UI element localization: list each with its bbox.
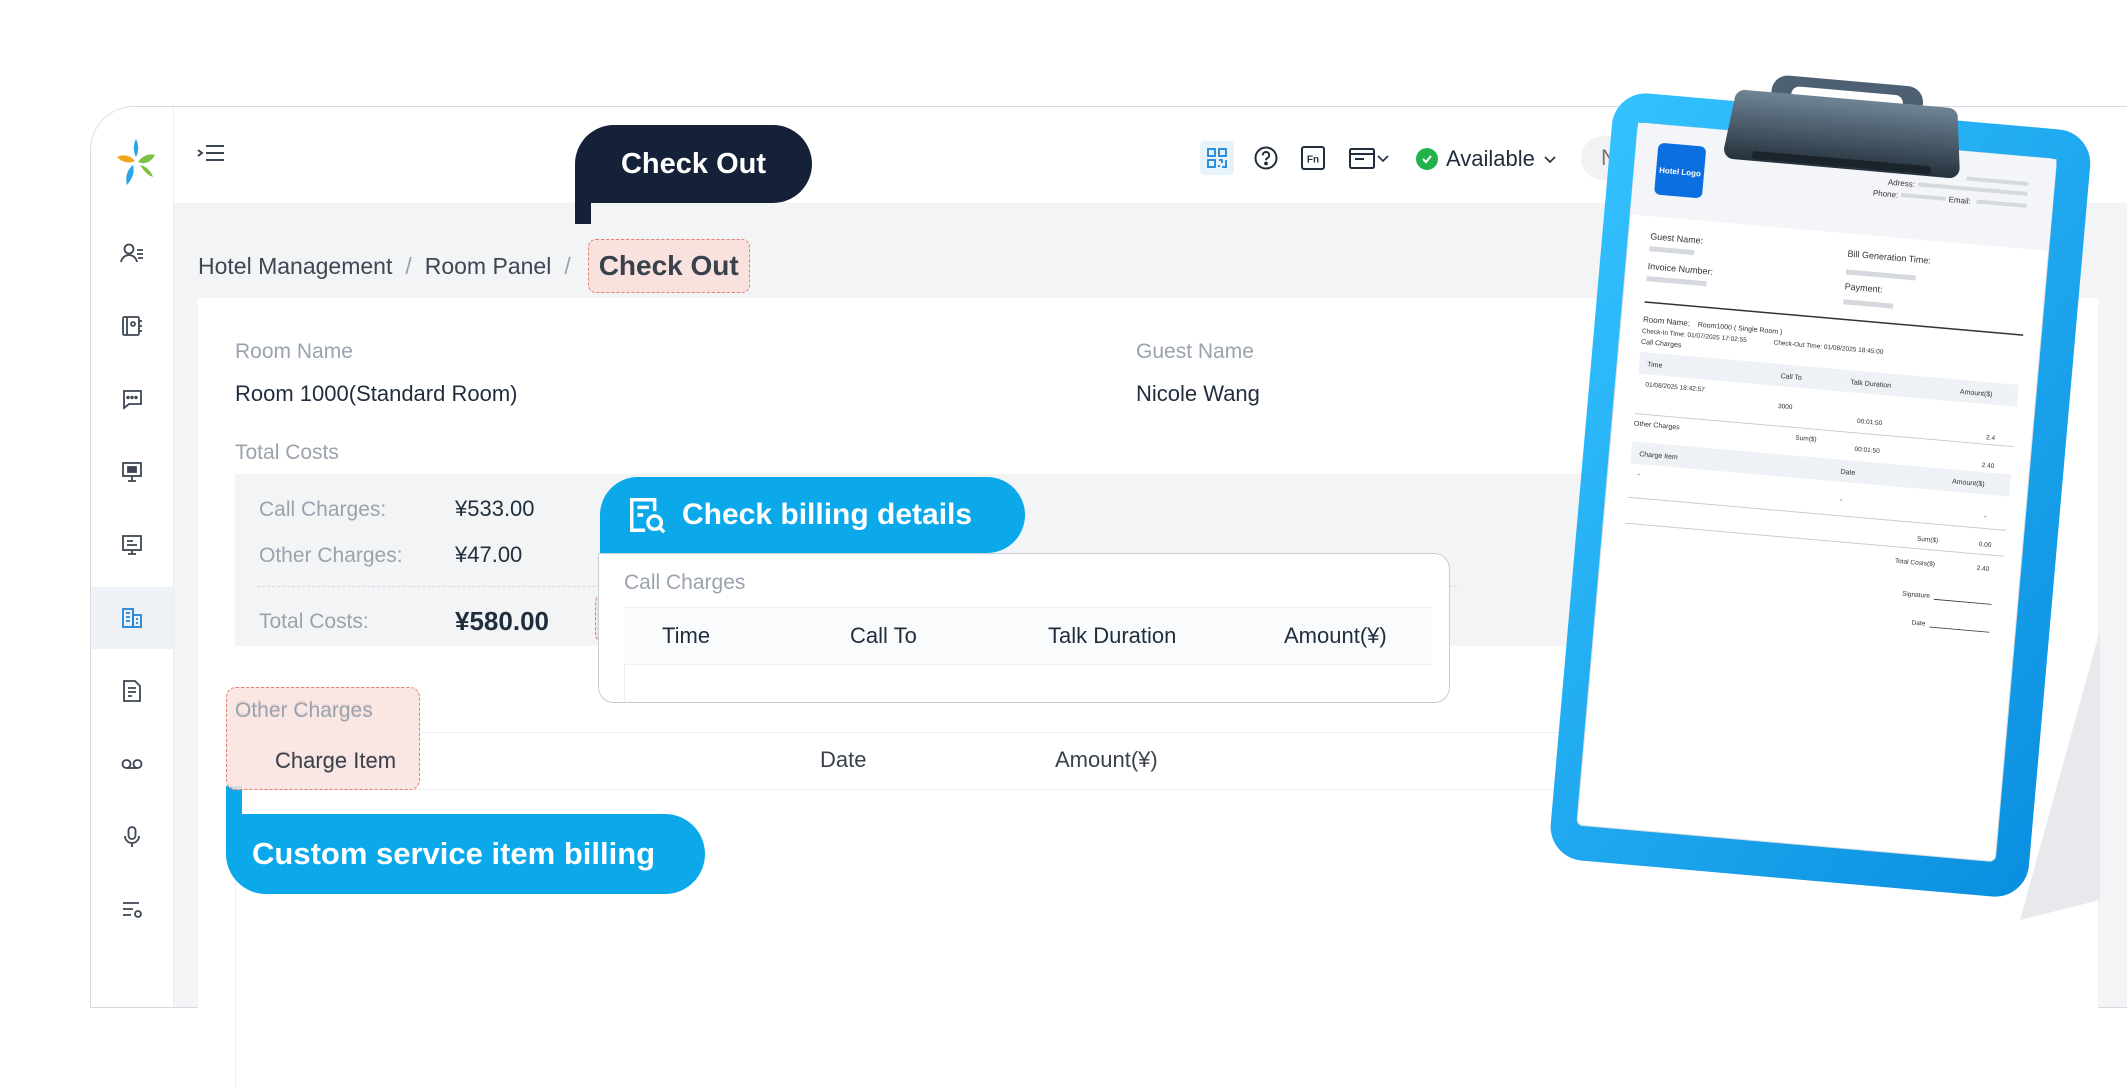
sidebar-item-settings[interactable]: [91, 879, 173, 941]
other-charges-highlight-label: Other Charges: [235, 699, 373, 722]
sidebar-item-directory[interactable]: [91, 295, 173, 357]
chevron-down-icon: [1377, 155, 1389, 163]
sidebar-item-messages[interactable]: [91, 368, 173, 430]
guest-name-value: Nicole Wang: [1136, 381, 1260, 406]
popup-table-header: Time Call To Talk Duration Amount(¥): [624, 607, 1432, 665]
total-costs-value: ¥580.00: [455, 606, 549, 636]
sidebar: [91, 107, 174, 1007]
contacts-icon: [120, 243, 143, 263]
column-call-to: Call To: [850, 623, 917, 648]
fn-key-button[interactable]: Fn: [1298, 143, 1328, 173]
invoice-total-value: 2.40: [1976, 565, 1990, 573]
popup-title: Call Charges: [624, 571, 746, 594]
invoice-date-label: Date: [1911, 619, 1926, 627]
invoice-sum-amount: 2.40: [1981, 462, 1995, 470]
guest-name-label: Guest Name: [1136, 340, 1254, 363]
invoice-clipboard-illustration: Hotel Logo Adress: Phone: Email: Guest N…: [1550, 75, 2100, 920]
message-icon: [123, 390, 142, 410]
sidebar-item-records[interactable]: [91, 660, 173, 722]
call-charges-popup: Call Charges Time Call To Talk Duration …: [598, 553, 1450, 703]
custom-callout-text: Custom service item billing: [252, 836, 656, 871]
list-settings-icon: [123, 902, 142, 918]
invoice-call-to: 3000: [1778, 403, 1793, 411]
fn-key-icon: Fn: [1301, 146, 1325, 170]
sidebar-item-voicemail[interactable]: [91, 733, 173, 795]
call-charges-value: ¥533.00: [455, 496, 535, 521]
breadcrumb-current-check-out: Check Out: [587, 239, 750, 293]
invoice-sum2-value: 0.00: [1978, 541, 1992, 549]
microphone-icon: [124, 826, 140, 847]
app-logo: [117, 139, 155, 185]
monitor-icon: [122, 535, 142, 555]
other-charges-value: ¥47.00: [455, 542, 523, 567]
room-name-value: Room 1000(Standard Room): [235, 381, 518, 406]
hotel-building-icon: [122, 608, 142, 628]
sidebar-item-conference[interactable]: [91, 441, 173, 503]
breadcrumb-item-room-panel[interactable]: Room Panel: [425, 253, 552, 280]
svg-text:Fn: Fn: [1307, 155, 1319, 166]
help-icon: [1254, 146, 1278, 170]
window-menu-button[interactable]: [1344, 143, 1394, 173]
billing-details-callout: Check billing details: [600, 477, 1025, 553]
billing-callout-text: Check billing details: [682, 498, 973, 531]
voicemail-icon: [121, 759, 143, 769]
available-check-icon: [1416, 148, 1438, 170]
invoice-col-date: Date: [1840, 469, 1855, 477]
check-out-callout-text: Check Out: [620, 147, 767, 180]
help-button[interactable]: [1251, 143, 1281, 173]
presentation-icon: [122, 462, 142, 482]
sidebar-item-display[interactable]: [91, 514, 173, 576]
total-costs-label: Total Costs:: [259, 610, 369, 633]
popup-table-body: [624, 664, 1433, 702]
sidebar-item-hotel[interactable]: [91, 587, 173, 649]
room-name-label: Room Name: [235, 340, 353, 363]
callout-tail: [575, 200, 591, 224]
column-talk-duration: Talk Duration: [1048, 623, 1177, 648]
custom-billing-callout: Custom service item billing: [226, 814, 705, 894]
billing-search-icon: [630, 498, 666, 534]
invoice-call-amount: 2.4: [1986, 434, 1996, 442]
other-charges-label: Other Charges:: [259, 544, 403, 567]
breadcrumb: Hotel Management / Room Panel / Check Ou…: [198, 239, 750, 293]
sidebar-item-contacts[interactable]: [91, 222, 173, 284]
breadcrumb-separator: /: [564, 252, 571, 279]
invoice-col-time: Time: [1647, 361, 1663, 369]
charge-item-highlight-label: Charge Item: [275, 748, 397, 773]
total-costs-section-label: Total Costs: [235, 441, 339, 464]
column-amount: Amount(¥): [1055, 747, 1158, 772]
sidebar-item-recording[interactable]: [91, 806, 173, 868]
qr-code-icon: [1207, 148, 1227, 168]
document-edit-icon: [123, 680, 141, 702]
breadcrumb-item-hotel-management[interactable]: Hotel Management: [198, 253, 392, 280]
qr-code-button[interactable]: [1200, 141, 1234, 175]
menu-toggle-icon[interactable]: [196, 141, 226, 167]
check-out-callout: Check Out: [575, 125, 812, 203]
column-date: Date: [820, 747, 867, 772]
window-icon: [1349, 148, 1375, 169]
directory-icon: [122, 316, 142, 336]
breadcrumb-separator: /: [405, 252, 412, 279]
column-time: Time: [662, 623, 711, 648]
call-charges-label: Call Charges:: [259, 498, 387, 521]
column-amount: Amount(¥): [1284, 623, 1387, 648]
